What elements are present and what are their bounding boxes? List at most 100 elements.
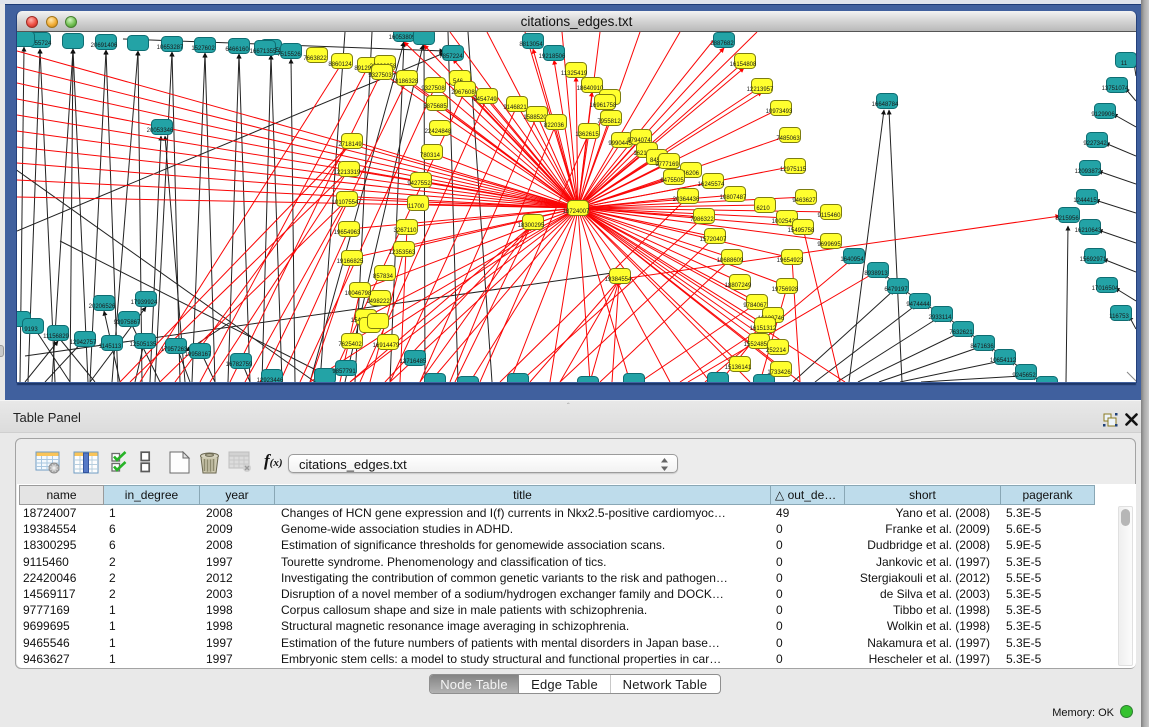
svg-text:22424848: 22424848 xyxy=(425,129,452,135)
svg-text:1362615: 1362615 xyxy=(575,132,599,138)
svg-text:10973493: 10973493 xyxy=(766,109,793,115)
svg-text:16210643: 16210643 xyxy=(1075,228,1102,234)
svg-text:3875685: 3875685 xyxy=(423,104,447,110)
svg-text:10046798: 10046798 xyxy=(345,291,372,297)
svg-text:12213319: 12213319 xyxy=(334,170,361,176)
svg-text:19166825: 19166825 xyxy=(337,259,364,265)
svg-text:7857224: 7857224 xyxy=(439,54,463,60)
svg-text:1640954: 1640954 xyxy=(840,257,864,263)
svg-text:9777169: 9777169 xyxy=(655,162,679,168)
svg-text:6475505: 6475505 xyxy=(660,178,684,184)
svg-text:10654112: 10654112 xyxy=(990,358,1017,364)
svg-text:16648784: 16648784 xyxy=(872,102,899,108)
svg-text:19756928: 19756928 xyxy=(772,287,799,293)
svg-text:9129906: 9129906 xyxy=(1091,112,1115,118)
svg-text:1588520: 1588520 xyxy=(523,115,547,121)
svg-text:12942757: 12942757 xyxy=(70,340,97,346)
svg-text:9193: 9193 xyxy=(24,327,38,333)
svg-text:11325419: 11325419 xyxy=(561,71,588,77)
svg-text:93975867: 93975867 xyxy=(114,320,141,326)
svg-text:16053809: 16053809 xyxy=(389,35,416,41)
svg-text:19654923: 19654923 xyxy=(777,258,804,264)
svg-text:16245574: 16245574 xyxy=(698,182,725,188)
svg-text:9427552: 9427552 xyxy=(407,181,431,187)
svg-text:12213957: 12213957 xyxy=(747,87,774,93)
svg-text:2887682: 2887682 xyxy=(710,41,734,47)
svg-text:15692971: 15692971 xyxy=(1080,257,1107,263)
svg-text:19654963: 19654963 xyxy=(334,230,361,236)
svg-text:1244415: 1244415 xyxy=(1073,198,1097,204)
svg-text:822036: 822036 xyxy=(544,123,565,129)
svg-text:19384554: 19384554 xyxy=(605,277,632,283)
svg-text:10107554: 10107554 xyxy=(332,200,359,206)
svg-text:20053346: 20053346 xyxy=(147,128,174,134)
svg-text:19218506: 19218506 xyxy=(539,54,566,60)
svg-text:15720407: 15720407 xyxy=(700,237,727,243)
svg-text:1733426: 1733426 xyxy=(767,370,791,376)
svg-text:10807487: 10807487 xyxy=(720,195,747,201)
svg-text:11: 11 xyxy=(1121,61,1128,67)
svg-text:8215956: 8215956 xyxy=(1055,216,1079,222)
svg-text:7632621: 7632621 xyxy=(949,330,973,336)
svg-text:9115460: 9115460 xyxy=(818,213,842,219)
svg-text:12505135: 12505135 xyxy=(130,342,157,348)
svg-text:8454749: 8454749 xyxy=(473,97,497,103)
svg-text:10688609: 10688609 xyxy=(717,258,744,264)
svg-text:12353563: 12353563 xyxy=(389,250,416,256)
svg-text:252214: 252214 xyxy=(766,348,787,354)
svg-text:10653287: 10653287 xyxy=(157,45,184,51)
svg-text:18807249: 18807249 xyxy=(725,283,752,289)
svg-text:11156829: 11156829 xyxy=(43,334,69,340)
svg-text:13751074: 13751074 xyxy=(1102,86,1129,92)
svg-text:16914479: 16914479 xyxy=(373,343,400,349)
svg-text:11700: 11700 xyxy=(408,204,425,210)
svg-text:15495758: 15495758 xyxy=(788,228,815,234)
svg-text:9327508: 9327508 xyxy=(421,86,445,92)
svg-text:16154808: 16154808 xyxy=(730,62,757,68)
svg-text:9227342: 9227342 xyxy=(1083,141,1107,147)
svg-text:1498222: 1498222 xyxy=(366,299,390,305)
svg-text:17016504: 17016504 xyxy=(1092,286,1119,292)
svg-text:18724007: 18724007 xyxy=(563,209,590,215)
svg-text:13716485: 13716485 xyxy=(400,359,427,365)
svg-text:7485063: 7485063 xyxy=(776,136,800,142)
svg-text:9146821: 9146821 xyxy=(503,105,527,111)
svg-text:7986322: 7986322 xyxy=(690,217,714,223)
svg-text:9857791: 9857791 xyxy=(332,369,356,375)
svg-text:857834: 857834 xyxy=(373,274,394,280)
svg-text:7515526: 7515526 xyxy=(277,52,301,58)
svg-text:2967608: 2967608 xyxy=(451,90,475,96)
svg-text:12975115: 12975115 xyxy=(780,167,807,173)
svg-text:8471636: 8471636 xyxy=(970,344,994,350)
svg-text:7625402: 7625402 xyxy=(338,342,362,348)
svg-text:12923446: 12923446 xyxy=(257,378,284,382)
svg-text:17939924: 17939924 xyxy=(131,300,158,306)
svg-text:6479197: 6479197 xyxy=(884,287,908,293)
svg-text:20206526: 20206526 xyxy=(89,304,116,310)
svg-text:15136141: 15136141 xyxy=(725,365,752,371)
svg-text:8813054: 8813054 xyxy=(519,42,543,48)
svg-text:18186328: 18186328 xyxy=(392,79,419,85)
svg-text:2718149: 2718149 xyxy=(338,142,362,148)
svg-text:16151312: 16151312 xyxy=(750,326,777,332)
svg-text:18300295: 18300295 xyxy=(518,223,545,229)
svg-text:9245652: 9245652 xyxy=(1012,373,1036,379)
svg-text:1145113: 1145113 xyxy=(99,344,122,350)
svg-text:780314: 780314 xyxy=(420,153,441,159)
svg-text:16961758: 16961758 xyxy=(590,103,617,109)
svg-text:16671355: 16671355 xyxy=(250,49,277,55)
svg-text:1527602: 1527602 xyxy=(191,46,215,52)
svg-text:6466160: 6466160 xyxy=(225,47,249,53)
svg-text:9474444: 9474444 xyxy=(906,302,930,308)
svg-text:8860124: 8860124 xyxy=(328,62,352,68)
svg-text:116753: 116753 xyxy=(1109,314,1129,320)
svg-text:20691406: 20691406 xyxy=(91,43,118,49)
svg-text:7955812: 7955812 xyxy=(597,119,621,125)
svg-text:9463627: 9463627 xyxy=(792,198,816,204)
svg-text:9699695: 9699695 xyxy=(817,242,841,248)
svg-text:7663822: 7663822 xyxy=(303,56,327,62)
svg-text:12093872: 12093872 xyxy=(1075,169,1102,175)
svg-text:6210: 6210 xyxy=(756,206,770,212)
svg-text:16782759: 16782759 xyxy=(226,362,253,368)
svg-text:8938913: 8938913 xyxy=(864,271,888,277)
